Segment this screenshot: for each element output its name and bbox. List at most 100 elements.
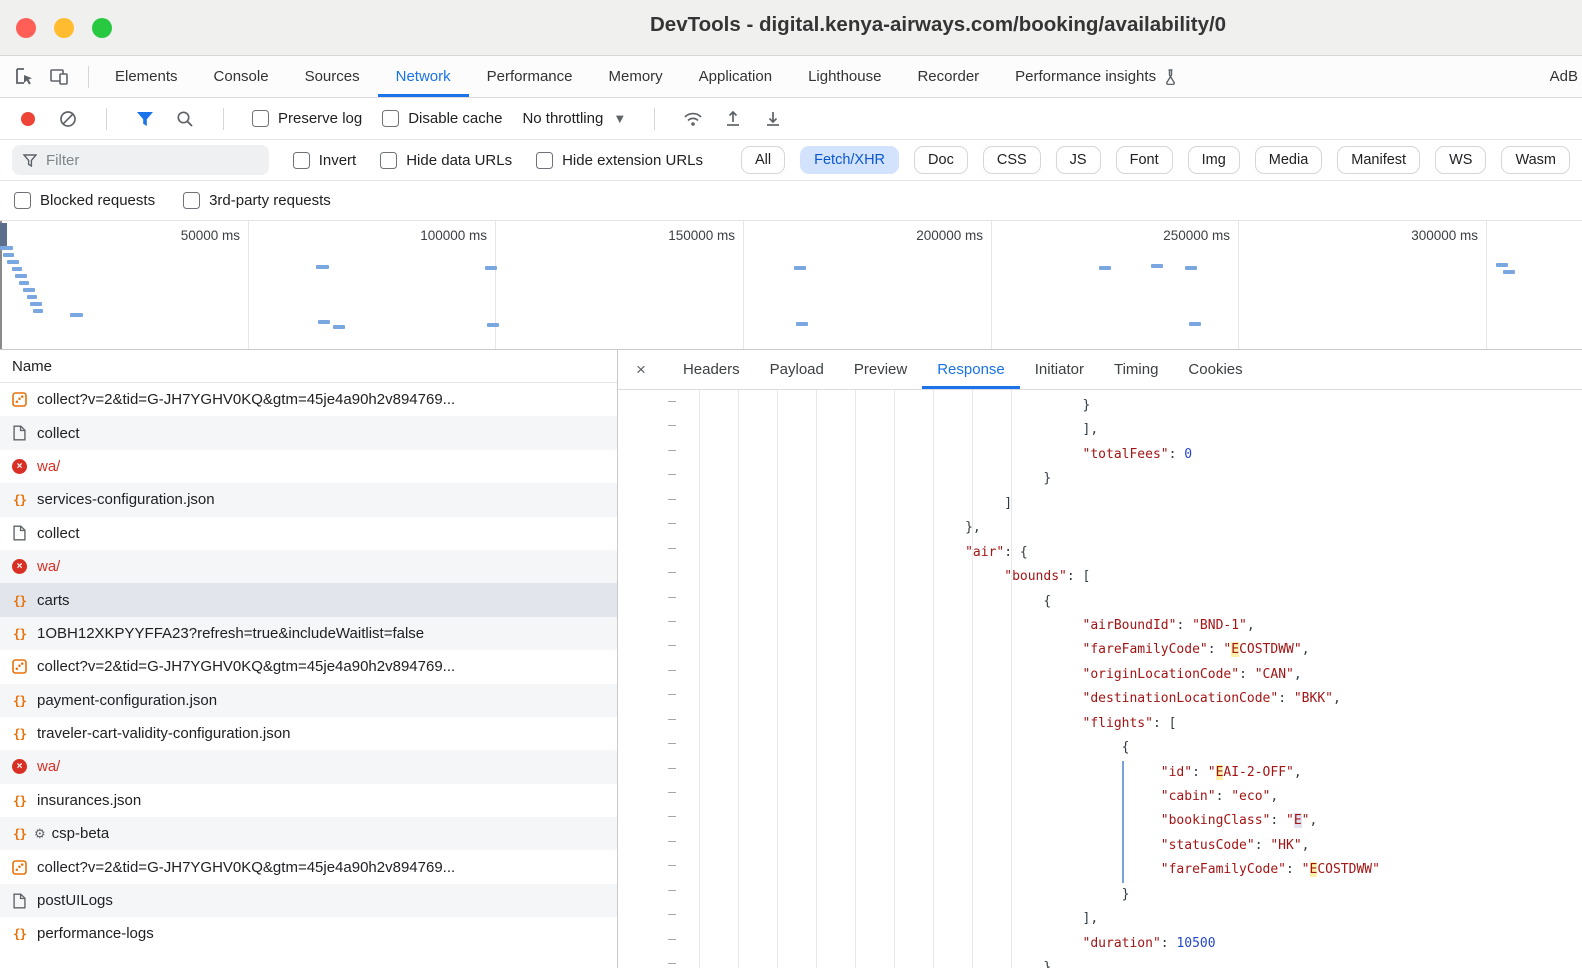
close-window-button[interactable] bbox=[16, 18, 36, 38]
hide-extension-urls-checkbox[interactable]: Hide extension URLs bbox=[536, 152, 703, 169]
detail-tab-cookies[interactable]: Cookies bbox=[1173, 350, 1257, 389]
request-row[interactable]: {}⚙csp-beta bbox=[0, 817, 617, 850]
request-row[interactable]: {}performance-logs bbox=[0, 917, 617, 950]
detail-tab-initiator[interactable]: Initiator bbox=[1020, 350, 1099, 389]
detail-tab-payload[interactable]: Payload bbox=[755, 350, 839, 389]
fold-marker[interactable]: – bbox=[618, 418, 691, 442]
fold-marker[interactable]: – bbox=[618, 883, 691, 907]
fold-marker[interactable]: – bbox=[618, 443, 691, 467]
request-row[interactable]: ×wa/ bbox=[0, 550, 617, 583]
fold-marker[interactable]: – bbox=[618, 541, 691, 565]
tab-console[interactable]: Console bbox=[196, 56, 287, 97]
fold-marker[interactable]: – bbox=[618, 712, 691, 736]
tab-sources[interactable]: Sources bbox=[287, 56, 378, 97]
fold-marker[interactable]: – bbox=[618, 663, 691, 687]
request-row[interactable]: {}payment-configuration.json bbox=[0, 684, 617, 717]
fold-marker[interactable]: – bbox=[618, 956, 691, 968]
minimize-window-button[interactable] bbox=[54, 18, 74, 38]
blocked-requests-checkbox[interactable]: Blocked requests bbox=[14, 192, 155, 209]
record-network-log-button[interactable] bbox=[18, 109, 38, 129]
request-row[interactable]: {}traveler-cart-validity-configuration.j… bbox=[0, 717, 617, 750]
filter-input[interactable]: Filter bbox=[12, 145, 269, 175]
resource-type-chip-img[interactable]: Img bbox=[1188, 146, 1240, 174]
resource-type-chip-fetch-xhr[interactable]: Fetch/XHR bbox=[800, 146, 899, 174]
zoom-window-button[interactable] bbox=[92, 18, 112, 38]
code-token: } bbox=[1043, 960, 1051, 968]
hide-data-urls-checkbox[interactable]: Hide data URLs bbox=[380, 152, 512, 169]
export-har-button[interactable] bbox=[763, 109, 783, 129]
request-row[interactable]: collect?v=2&tid=G-JH7YGHV0KQ&gtm=45je4a9… bbox=[0, 650, 617, 683]
fold-marker[interactable]: – bbox=[618, 809, 691, 833]
preserve-log-checkbox[interactable]: Preserve log bbox=[252, 110, 362, 127]
requests-name-column-header[interactable]: Name bbox=[0, 350, 617, 383]
fold-marker[interactable]: – bbox=[618, 687, 691, 711]
tab-application[interactable]: Application bbox=[681, 56, 790, 97]
fold-marker[interactable]: – bbox=[618, 907, 691, 931]
resource-type-chip-wasm[interactable]: Wasm bbox=[1501, 146, 1570, 174]
fold-marker[interactable]: – bbox=[618, 932, 691, 956]
detail-tab-headers[interactable]: Headers bbox=[668, 350, 755, 389]
fold-marker[interactable]: – bbox=[618, 516, 691, 540]
request-row[interactable]: postUILogs bbox=[0, 884, 617, 917]
request-row[interactable]: {}services-configuration.json bbox=[0, 483, 617, 516]
tab-elements[interactable]: Elements bbox=[97, 56, 196, 97]
detail-tab-timing[interactable]: Timing bbox=[1099, 350, 1173, 389]
fold-marker[interactable]: – bbox=[618, 467, 691, 491]
throttling-select[interactable]: No throttling ▼ bbox=[522, 110, 626, 127]
third-party-requests-checkbox[interactable]: 3rd-party requests bbox=[183, 192, 331, 209]
tab-label: Elements bbox=[115, 68, 178, 85]
fold-marker[interactable]: – bbox=[618, 492, 691, 516]
tab-adb[interactable]: AdB bbox=[1532, 56, 1582, 97]
request-row[interactable]: collect bbox=[0, 517, 617, 550]
clear-network-log-button[interactable] bbox=[58, 109, 78, 129]
detail-tab-preview[interactable]: Preview bbox=[839, 350, 922, 389]
fold-marker[interactable]: – bbox=[618, 394, 691, 418]
response-code-area[interactable]: – }– ],– "totalFees": 0– bbox=[618, 390, 1582, 968]
resource-type-chip-manifest[interactable]: Manifest bbox=[1337, 146, 1420, 174]
request-row[interactable]: {}1OBH12XKPYYFFA23?refresh=true&includeW… bbox=[0, 617, 617, 650]
fold-marker[interactable]: – bbox=[618, 638, 691, 662]
disable-cache-checkbox[interactable]: Disable cache bbox=[382, 110, 502, 127]
invert-checkbox[interactable]: Invert bbox=[293, 152, 357, 169]
request-row[interactable]: ×wa/ bbox=[0, 450, 617, 483]
resource-type-chip-font[interactable]: Font bbox=[1116, 146, 1173, 174]
fold-marker[interactable]: – bbox=[618, 565, 691, 589]
network-conditions-icon[interactable] bbox=[683, 109, 703, 129]
fold-marker[interactable]: – bbox=[618, 614, 691, 638]
fold-marker[interactable]: – bbox=[618, 834, 691, 858]
tab-lighthouse[interactable]: Lighthouse bbox=[790, 56, 899, 97]
tab-network[interactable]: Network bbox=[378, 56, 469, 97]
fold-marker[interactable]: – bbox=[618, 761, 691, 785]
fold-marker[interactable]: – bbox=[618, 858, 691, 882]
resource-type-chip-doc[interactable]: Doc bbox=[914, 146, 968, 174]
resource-type-chip-all[interactable]: All bbox=[741, 146, 785, 174]
fold-marker[interactable]: – bbox=[618, 785, 691, 809]
search-icon[interactable] bbox=[175, 109, 195, 129]
request-row[interactable]: collect?v=2&tid=G-JH7YGHV0KQ&gtm=45je4a9… bbox=[0, 383, 617, 416]
request-row[interactable]: ×wa/ bbox=[0, 750, 617, 783]
fold-marker[interactable]: – bbox=[618, 736, 691, 760]
fold-marker[interactable]: – bbox=[618, 590, 691, 614]
request-row[interactable]: collect bbox=[0, 416, 617, 449]
resource-type-chip-ws[interactable]: WS bbox=[1435, 146, 1486, 174]
resource-type-chip-css[interactable]: CSS bbox=[983, 146, 1041, 174]
request-row-selected[interactable]: {}carts bbox=[0, 583, 617, 616]
inspect-icon[interactable] bbox=[12, 64, 38, 90]
resource-type-chip-media[interactable]: Media bbox=[1255, 146, 1323, 174]
request-row[interactable]: collect?v=2&tid=G-JH7YGHV0KQ&gtm=45je4a9… bbox=[0, 850, 617, 883]
device-toolbar-icon[interactable] bbox=[46, 64, 72, 90]
tab-performance[interactable]: Performance bbox=[469, 56, 591, 97]
network-overview-pane[interactable]: 50000 ms100000 ms150000 ms200000 ms25000… bbox=[0, 221, 1582, 350]
request-row[interactable]: {}insurances.json bbox=[0, 784, 617, 817]
tab-memory[interactable]: Memory bbox=[591, 56, 681, 97]
tab-recorder[interactable]: Recorder bbox=[899, 56, 997, 97]
import-har-button[interactable] bbox=[723, 109, 743, 129]
close-icon[interactable]: × bbox=[636, 360, 646, 380]
code-line-text: ], bbox=[691, 907, 1098, 931]
resource-type-chip-js[interactable]: JS bbox=[1056, 146, 1101, 174]
tab-performance-insights[interactable]: Performance insights bbox=[997, 56, 1196, 97]
overview-request-bar bbox=[333, 325, 345, 329]
filter-toggle-button[interactable] bbox=[135, 109, 155, 129]
code-line-text: }, bbox=[691, 516, 981, 540]
detail-tab-response[interactable]: Response bbox=[922, 350, 1020, 389]
